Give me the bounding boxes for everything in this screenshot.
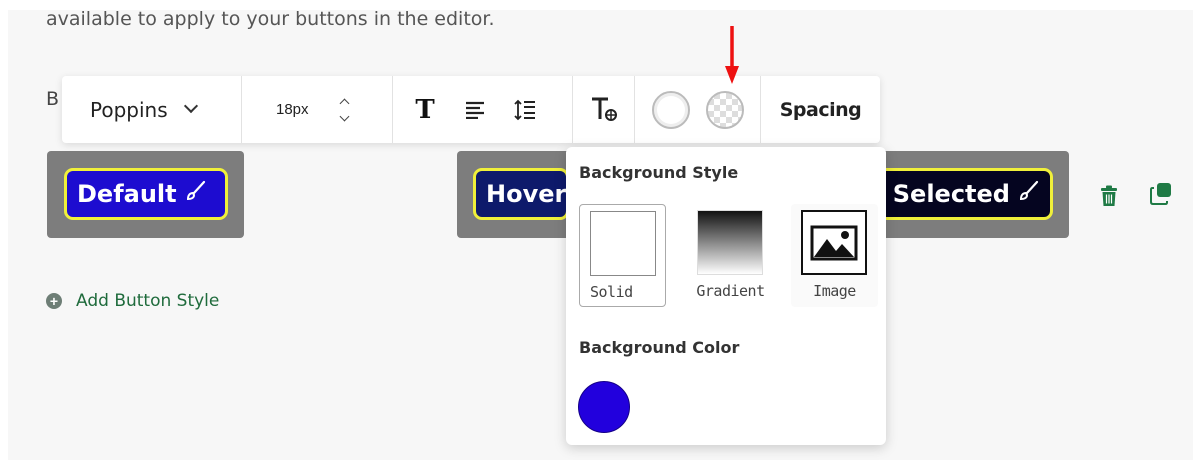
text-format-group: T	[393, 76, 573, 143]
paintbrush-icon[interactable]	[185, 180, 207, 208]
section-label-partial: B	[46, 88, 60, 110]
font-size-stepper[interactable]: 18px	[242, 76, 393, 143]
image-icon	[801, 210, 867, 275]
intro-text: available to apply to your buttons in th…	[46, 8, 495, 30]
solid-swatch	[590, 211, 656, 276]
editor-panel: available to apply to your buttons in th…	[0, 0, 1195, 463]
default-button-label: Default	[77, 180, 177, 208]
stepper-icon[interactable]	[339, 98, 349, 121]
annotation-arrow	[725, 26, 739, 84]
option-label: Gradient	[696, 282, 765, 300]
background-option-image[interactable]: Image	[791, 204, 878, 307]
add-button-style-label: Add Button Style	[76, 291, 220, 311]
option-label: Image	[813, 282, 856, 300]
hover-button-preview[interactable]: Hover	[473, 168, 569, 220]
background-toggle-group	[635, 76, 761, 143]
background-color-swatch[interactable]	[578, 381, 630, 433]
duplicate-icon[interactable]	[1150, 182, 1172, 211]
spacing-button[interactable]: Spacing	[761, 76, 880, 143]
hover-button-label: Hover	[486, 180, 567, 208]
background-style-heading: Background Style	[579, 163, 739, 182]
gradient-swatch	[697, 210, 763, 275]
font-family-value: Poppins	[90, 97, 168, 122]
paintbrush-icon[interactable]	[1018, 180, 1040, 208]
clear-format-button[interactable]	[573, 76, 635, 143]
align-left-icon[interactable]	[457, 92, 493, 128]
background-color-heading: Background Color	[579, 338, 740, 357]
background-style-dropdown: Background Style Solid Gradient Image Ba…	[566, 147, 886, 445]
clear-format-icon	[591, 97, 617, 121]
trash-icon[interactable]	[1100, 185, 1118, 212]
spacing-label: Spacing	[779, 98, 862, 121]
add-icon: +	[46, 293, 62, 309]
default-button-preview[interactable]: Default	[64, 168, 228, 220]
chevron-down-icon	[186, 101, 197, 112]
selected-button-preview[interactable]: Selected	[867, 168, 1053, 220]
add-button-style-link[interactable]: + Add Button Style	[46, 291, 219, 311]
option-label: Solid	[590, 283, 633, 301]
background-option-gradient[interactable]: Gradient	[687, 204, 774, 307]
text-bold-icon[interactable]: T	[407, 92, 443, 128]
selected-button-label: Selected	[892, 180, 1010, 208]
solid-background-icon[interactable]	[651, 90, 690, 129]
font-family-select[interactable]: Poppins	[62, 76, 242, 143]
font-size-value: 18px	[276, 101, 309, 118]
background-option-solid[interactable]: Solid	[579, 204, 666, 307]
line-height-icon[interactable]	[507, 92, 543, 128]
style-toolbar: Poppins 18px T Spacing	[62, 76, 880, 143]
transparent-background-icon[interactable]	[705, 90, 744, 129]
